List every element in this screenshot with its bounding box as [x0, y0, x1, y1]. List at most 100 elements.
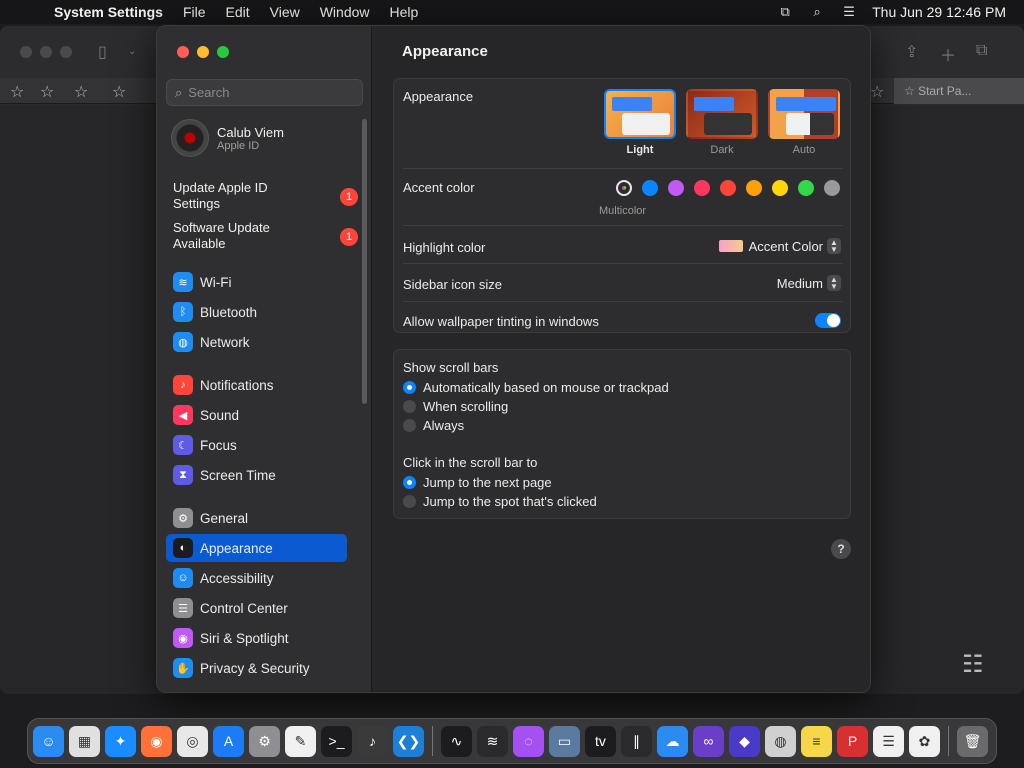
- preview-icon[interactable]: ▭: [549, 725, 580, 757]
- radio-scroll-always[interactable]: Always: [403, 418, 464, 433]
- app-store-icon[interactable]: A: [213, 725, 244, 757]
- cloud-icon[interactable]: ☁: [657, 725, 688, 757]
- start-page-tab[interactable]: ☆ Start Pa...: [894, 78, 1024, 104]
- sidebar-item-siri-spotlight[interactable]: ◉ Siri & Spotlight: [166, 624, 347, 652]
- guitar-icon[interactable]: ♪: [357, 725, 388, 757]
- shortcuts-icon[interactable]: ◆: [729, 725, 760, 757]
- theme-auto[interactable]: Auto: [768, 89, 840, 156]
- search-input[interactable]: [188, 85, 349, 100]
- radio-button[interactable]: [403, 495, 416, 508]
- chevron-down-icon[interactable]: ⌄: [128, 46, 136, 57]
- notice-software-update[interactable]: Software Update Available 1: [173, 220, 358, 252]
- menu-clock[interactable]: Thu Jun 29 12:46 PM: [872, 4, 1006, 20]
- visual-studio-icon[interactable]: ∞: [693, 725, 724, 757]
- photos-icon[interactable]: ✿: [909, 725, 940, 757]
- bg-zoom-button[interactable]: [60, 46, 72, 58]
- chrome-icon[interactable]: ◎: [177, 725, 208, 757]
- sidebar-item-appearance[interactable]: ◐ Appearance: [166, 534, 347, 562]
- podcasts-icon[interactable]: ◌: [513, 725, 544, 757]
- proxyman-icon[interactable]: ◍: [765, 725, 796, 757]
- bookmark-star-icon[interactable]: ☆: [10, 82, 24, 102]
- wallpaper-tinting-toggle[interactable]: [815, 313, 841, 328]
- sidebar-item-bluetooth[interactable]: ᛒ Bluetooth: [166, 298, 347, 326]
- activity-monitor-icon[interactable]: ∿: [441, 725, 472, 757]
- notice-update-apple-id[interactable]: Update Apple ID Settings 1: [173, 180, 358, 212]
- radio-jump-to-spot[interactable]: Jump to the spot that's clicked: [403, 494, 597, 509]
- sidebar-item-accessibility[interactable]: ☺ Accessibility: [166, 564, 347, 592]
- bookmark-star-icon[interactable]: ☆: [74, 82, 88, 102]
- vscode-icon[interactable]: ❮❯: [393, 725, 424, 757]
- bookmark-star-icon[interactable]: ☆: [112, 82, 126, 102]
- tab-overview-icon[interactable]: ⧉: [976, 42, 987, 60]
- launchpad-icon[interactable]: ▦: [69, 725, 100, 757]
- radio-button[interactable]: [403, 419, 416, 432]
- bookmark-star-icon[interactable]: ☆: [870, 82, 884, 102]
- radio-jump-next-page[interactable]: Jump to the next page: [403, 475, 552, 490]
- sidebar-scrollbar[interactable]: [362, 119, 367, 404]
- sidebar-item-control-center[interactable]: ☰ Control Center: [166, 594, 347, 622]
- sliders-icon[interactable]: ☷: [962, 650, 984, 679]
- accent-swatch[interactable]: [616, 180, 632, 196]
- menu-edit[interactable]: Edit: [216, 4, 260, 20]
- accent-swatch[interactable]: [694, 180, 710, 196]
- sidebar-search[interactable]: ⌕: [166, 79, 363, 106]
- radio-button[interactable]: [403, 400, 416, 413]
- safari-icon[interactable]: ✦: [105, 725, 136, 757]
- menu-file[interactable]: File: [173, 4, 216, 20]
- accent-swatch[interactable]: [824, 180, 840, 196]
- apple-id-profile[interactable]: Calub Viem Apple ID: [171, 119, 284, 157]
- sidebar-item-wi-fi[interactable]: ≋ Wi-Fi: [166, 268, 347, 296]
- zoom-button[interactable]: [217, 46, 229, 58]
- system-settings-icon[interactable]: ⚙: [249, 725, 280, 757]
- textedit-icon[interactable]: ✎: [285, 725, 316, 757]
- accent-swatch[interactable]: [746, 180, 762, 196]
- firefox-icon[interactable]: ◉: [141, 725, 172, 757]
- theme-light[interactable]: Light: [604, 89, 676, 156]
- sidebar-item-general[interactable]: ⚙ General: [166, 504, 347, 532]
- sidebar-item-sound[interactable]: ◀ Sound: [166, 401, 347, 429]
- radio-scroll-when-scrolling[interactable]: When scrolling: [403, 399, 508, 414]
- finder-icon[interactable]: ☺: [33, 725, 64, 757]
- menu-help[interactable]: Help: [380, 4, 429, 20]
- spotlight-search-icon[interactable]: ⌕: [808, 4, 826, 19]
- sidebar-item-privacy-security[interactable]: ✋ Privacy & Security: [166, 654, 347, 682]
- accent-swatch[interactable]: [720, 180, 736, 196]
- sidebar-toggle-icon[interactable]: ▯: [98, 42, 107, 62]
- share-icon[interactable]: ⇪: [905, 42, 918, 62]
- trash-icon[interactable]: 🗑: [957, 725, 988, 757]
- accent-swatch[interactable]: [798, 180, 814, 196]
- radio-scroll-automatic[interactable]: Automatically based on mouse or trackpad: [403, 380, 669, 395]
- minimize-button[interactable]: [197, 46, 209, 58]
- sidebar-item-screen-time[interactable]: ⧗ Screen Time: [166, 461, 347, 489]
- terminal-icon[interactable]: >_: [321, 725, 352, 757]
- settings-sidebar: ⌕ Calub Viem Apple ID Update Apple ID Se…: [157, 26, 372, 692]
- apple-tv-icon[interactable]: tv: [585, 725, 616, 757]
- menu-app-name[interactable]: System Settings: [52, 4, 173, 20]
- accent-swatch[interactable]: [772, 180, 788, 196]
- pdf-icon[interactable]: P: [837, 725, 868, 757]
- sidebar-item-focus[interactable]: ☾ Focus: [166, 431, 347, 459]
- bg-minimize-button[interactable]: [40, 46, 52, 58]
- sidebar-item-notifications[interactable]: ♪ Notifications: [166, 371, 347, 399]
- control-center-toggle-icon[interactable]: ☰: [840, 4, 858, 19]
- help-button[interactable]: ?: [831, 539, 851, 559]
- audio-icon[interactable]: ≋: [477, 725, 508, 757]
- menu-window[interactable]: Window: [310, 4, 380, 20]
- theme-dark[interactable]: Dark: [686, 89, 758, 156]
- stage-manager-icon[interactable]: ⧉: [776, 4, 794, 19]
- new-tab-icon[interactable]: ＋: [940, 42, 956, 66]
- radio-button[interactable]: [403, 476, 416, 489]
- sidebar-item-network[interactable]: ◍ Network: [166, 328, 347, 356]
- highlight-color-popup[interactable]: Accent Color ▲ ▼: [718, 238, 841, 254]
- close-button[interactable]: [177, 46, 189, 58]
- menu-view[interactable]: View: [260, 4, 310, 20]
- radio-button[interactable]: [403, 381, 416, 394]
- bg-close-button[interactable]: [20, 46, 32, 58]
- voice-memo-icon[interactable]: ∥: [621, 725, 652, 757]
- accent-swatch[interactable]: [668, 180, 684, 196]
- bookmark-star-icon[interactable]: ☆: [40, 82, 54, 102]
- reminders-icon[interactable]: ☰: [873, 725, 904, 757]
- sidebar-icon-size-popup[interactable]: Medium ▲ ▼: [777, 275, 841, 291]
- notes-icon[interactable]: ≡: [801, 725, 832, 757]
- accent-swatch[interactable]: [642, 180, 658, 196]
